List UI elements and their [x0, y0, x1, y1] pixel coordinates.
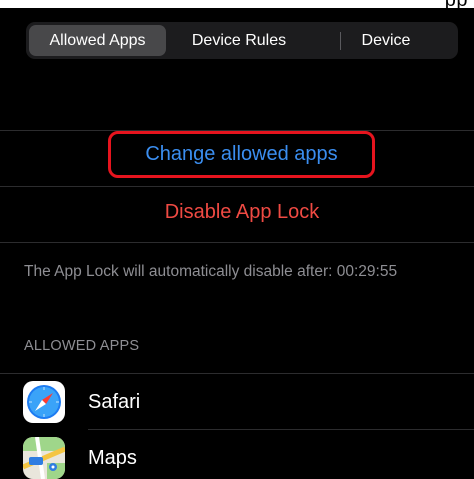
- safari-icon: [23, 381, 65, 423]
- change-allowed-apps-highlight: Change allowed apps: [108, 131, 375, 178]
- tab-device-rules[interactable]: Device Rules: [166, 22, 312, 59]
- disable-app-lock-button[interactable]: Disable App Lock: [0, 192, 474, 232]
- maps-icon: [23, 437, 65, 479]
- divider: [88, 429, 474, 430]
- top-strip: pp: [0, 0, 474, 11]
- divider: [0, 373, 474, 374]
- divider: [0, 186, 474, 187]
- app-name: Safari: [88, 391, 141, 413]
- allowed-apps-header: ALLOWED APPS: [24, 338, 140, 354]
- segmented-control: Allowed Apps Device Rules Device: [26, 22, 458, 59]
- tab-allowed-apps[interactable]: Allowed Apps: [29, 25, 166, 56]
- divider: [0, 242, 474, 243]
- app-row-maps: Maps: [0, 431, 474, 479]
- auto-disable-notice: The App Lock will automatically disable …: [24, 263, 398, 280]
- app-name: Maps: [88, 447, 137, 469]
- app-lock-screen: pp Allowed Apps Device Rules Device Chan…: [0, 0, 474, 479]
- top-partial-text: pp: [444, 0, 468, 11]
- app-row-safari: Safari: [0, 375, 474, 429]
- tab-device[interactable]: Device: [314, 22, 458, 59]
- change-allowed-apps-button[interactable]: Change allowed apps: [111, 134, 372, 175]
